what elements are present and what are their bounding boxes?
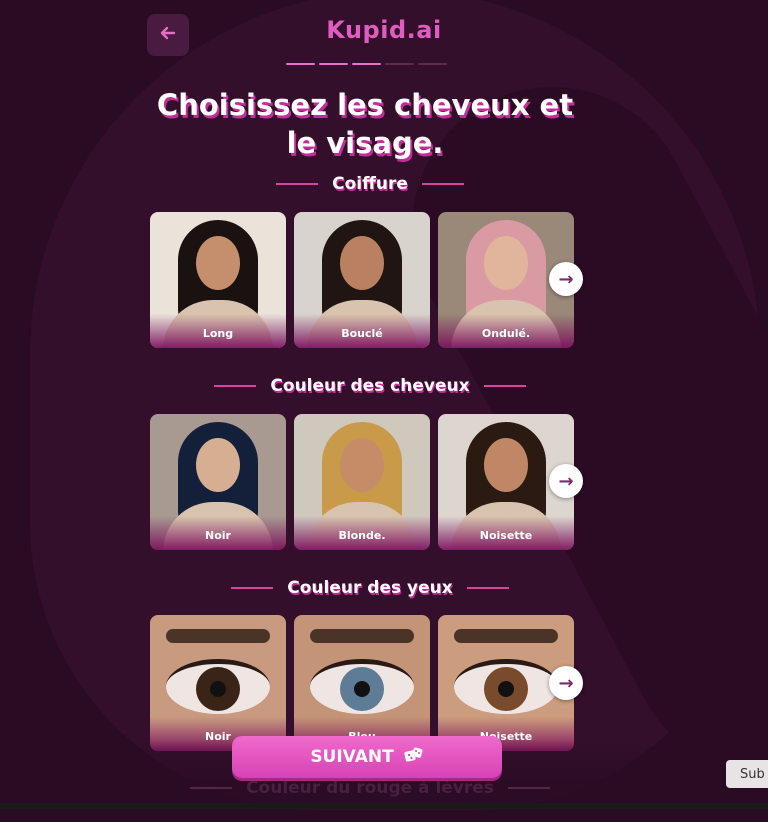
options-row-hair-color: Noir Blonde. Noisette — [150, 414, 578, 550]
options-row-hairstyle: Long Bouclé Ondulé. — [150, 212, 578, 348]
page-title: Choisissez les cheveux et le visage. — [156, 88, 574, 160]
section-title-text: Coiffure — [332, 174, 408, 194]
option-label: Blonde. — [294, 516, 430, 550]
divider — [190, 787, 233, 789]
divider — [231, 587, 274, 589]
section-title-lipstick-color: Couleur du rouge à lèvres — [0, 778, 740, 798]
option-label: Noisette — [438, 516, 574, 550]
eye-pupil — [210, 681, 226, 697]
option-card[interactable]: Long — [150, 212, 286, 348]
dice-icon — [404, 746, 424, 769]
eyebrow — [310, 629, 414, 643]
option-label: Long — [150, 314, 286, 348]
divider — [466, 587, 509, 589]
eyebrow — [454, 629, 558, 643]
arrow-right-icon: → — [558, 268, 574, 290]
progress-segment — [286, 63, 315, 65]
eye-pupil — [354, 681, 370, 697]
option-label: Noir — [150, 516, 286, 550]
progress-segment — [385, 63, 414, 65]
progress-bar — [286, 63, 447, 65]
option-card[interactable]: Noir — [150, 414, 286, 550]
section-title-hair-color: Couleur des cheveux — [0, 376, 740, 396]
divider — [276, 183, 319, 185]
portrait-face — [484, 438, 528, 492]
next-button-label: SUIVANT — [310, 747, 394, 767]
progress-segment — [319, 63, 348, 65]
divider — [483, 385, 526, 387]
section-title-text: Couleur des yeux — [287, 578, 453, 598]
eyebrow — [166, 629, 270, 643]
option-label: Bouclé — [294, 314, 430, 348]
window-bottom-bar — [0, 803, 768, 809]
portrait-face — [340, 236, 384, 290]
arrow-right-icon: → — [558, 672, 574, 694]
portrait-face — [196, 236, 240, 290]
progress-segment — [352, 63, 381, 65]
eye-pupil — [498, 681, 514, 697]
section-title-hairstyle: Coiffure — [0, 174, 740, 194]
divider — [507, 787, 550, 789]
section-title-text: Couleur du rouge à lèvres — [246, 778, 494, 798]
arrow-right-icon: → — [558, 470, 574, 492]
next-button[interactable]: SUIVANT — [232, 736, 502, 778]
options-row-eye-color: NoirBleuNoisette — [150, 615, 578, 751]
scroll-right-button[interactable]: → — [549, 464, 583, 498]
option-label: Ondulé. — [438, 314, 574, 348]
scroll-right-button[interactable]: → — [549, 666, 583, 700]
option-card[interactable]: Bleu — [294, 615, 430, 751]
divider — [421, 183, 464, 185]
scroll-right-button[interactable]: → — [549, 262, 583, 296]
option-card[interactable]: Blonde. — [294, 414, 430, 550]
divider — [214, 385, 257, 387]
portrait-face — [484, 236, 528, 290]
option-card[interactable]: Bouclé — [294, 212, 430, 348]
portrait-face — [340, 438, 384, 492]
progress-segment — [418, 63, 447, 65]
subscribe-button[interactable]: Sub — [726, 760, 768, 788]
section-title-text: Couleur des cheveux — [270, 376, 470, 396]
brand-logo: Kupid.ai — [326, 16, 442, 44]
portrait-face — [196, 438, 240, 492]
section-title-eye-color: Couleur des yeux — [0, 578, 740, 598]
option-card[interactable]: Noir — [150, 615, 286, 751]
